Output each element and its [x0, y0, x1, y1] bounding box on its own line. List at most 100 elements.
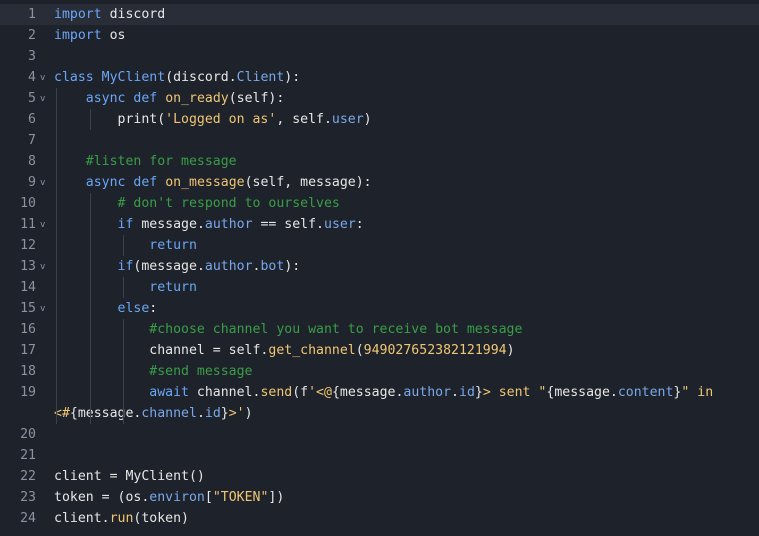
code-line[interactable]: 11 v if message.author == self.user:: [0, 214, 759, 235]
fold-chevron-icon[interactable]: v: [40, 173, 45, 194]
line-number: 23: [20, 490, 36, 505]
code-text: # don't respond to ourselves: [54, 193, 340, 214]
code-editor[interactable]: 1 import discord 2 import os 3 4 v class MyClie…: [0, 0, 759, 536]
line-number: 15: [20, 301, 36, 316]
code-line[interactable]: 4 v class MyClient(discord.Client):: [0, 67, 759, 88]
code-token: >': [228, 406, 245, 421]
code-token: (message.: [133, 259, 205, 274]
code-token: '<@: [308, 385, 332, 400]
code-text: return: [54, 277, 197, 298]
code-token: #send message: [149, 364, 253, 379]
code-line[interactable]: 9v async def on_message(self, message):: [0, 172, 759, 193]
code-line[interactable]: 19 await channel.send(f'<@{message.autho…: [0, 382, 759, 403]
fold-chevron-icon[interactable]: v: [40, 215, 45, 236]
code-line[interactable]: 21: [0, 445, 759, 466]
line-number: 10: [20, 196, 36, 211]
code-token: user: [324, 217, 356, 232]
code-text: return: [54, 235, 197, 256]
line-number: 21: [20, 448, 36, 463]
code-line[interactable]: <#{message.channel.id}>'): [0, 403, 759, 424]
code-token: send: [260, 385, 293, 400]
code-token: #listen for message: [85, 154, 237, 169]
code-text: client.run(token): [54, 508, 189, 529]
line-number: 12: [20, 238, 36, 253]
code-line[interactable]: 12 return: [0, 235, 759, 256]
code-token: MyClient: [101, 70, 166, 85]
code-token: {message.: [546, 385, 618, 400]
fold-chevron-icon[interactable]: v: [40, 89, 45, 110]
line-number: 11: [20, 217, 36, 232]
code-text: else:: [54, 298, 158, 319]
code-token: return: [149, 280, 197, 295]
code-text: async def on_message(self, message):: [54, 172, 372, 193]
code-token: author: [204, 259, 253, 274]
line-number: 9: [28, 175, 36, 190]
code-token: author: [204, 217, 253, 232]
code-token: author: [403, 385, 452, 400]
code-line[interactable]: 23 token = (os.environ["TOKEN"]): [0, 487, 759, 508]
code-line[interactable]: 7: [0, 130, 759, 151]
code-token: message.: [133, 217, 205, 232]
code-text: <#{message.channel.id}>'): [54, 403, 253, 424]
line-number: 4: [28, 70, 36, 85]
code-token: user: [331, 112, 364, 127]
code-line[interactable]: 15 v else:: [0, 298, 759, 319]
line-number: 19: [20, 385, 36, 400]
code-line[interactable]: 17 channel = self.get_channel(9490276523…: [0, 340, 759, 361]
code-line[interactable]: 5v async def on_ready(self):: [0, 88, 759, 109]
code-text: class MyClient(discord.Client):: [54, 67, 300, 88]
code-line[interactable]: 10 # don't respond to ourselves: [0, 193, 759, 214]
code-token: client.: [54, 511, 110, 526]
line-number: 22: [20, 469, 36, 484]
code-token: import: [54, 28, 102, 43]
code-line[interactable]: 6 print('Logged on as', self.user): [0, 109, 759, 130]
code-token: ]): [268, 490, 285, 505]
code-token: id: [459, 385, 475, 400]
code-token: (f: [292, 385, 309, 400]
code-text: client = MyClient(): [54, 466, 205, 487]
code-token: client = MyClient(): [54, 469, 205, 484]
line-number: 17: [20, 343, 36, 358]
line-number: 1: [28, 7, 36, 22]
code-line[interactable]: 2 import os: [0, 25, 759, 46]
code-token: ):: [284, 70, 301, 85]
code-line[interactable]: 8 #listen for message: [0, 151, 759, 172]
code-line[interactable]: 24 client.run(token): [0, 508, 759, 529]
code-text: #choose channel you want to receive bot …: [54, 319, 522, 340]
code-token: > sent ": [482, 385, 547, 400]
code-token: import: [54, 7, 102, 22]
code-line[interactable]: 1 import discord: [0, 4, 759, 25]
fold-chevron-icon[interactable]: v: [40, 299, 45, 320]
code-token: ):: [284, 259, 301, 274]
code-token: class: [54, 70, 94, 85]
code-line[interactable]: 22 client = MyClient(): [0, 466, 759, 487]
code-line[interactable]: 18 #send message: [0, 361, 759, 382]
code-text: print('Logged on as', self.user): [54, 109, 372, 130]
fold-chevron-icon[interactable]: v: [40, 257, 45, 278]
code-token: get_channel: [268, 343, 356, 358]
code-token: run: [109, 511, 134, 526]
code-line[interactable]: 20: [0, 424, 759, 445]
code-token: (self, message):: [244, 175, 372, 190]
indent-guide: [56, 88, 57, 424]
fold-chevron-icon[interactable]: v: [40, 68, 45, 89]
code-text: #listen for message: [54, 151, 237, 172]
code-token: 'Logged on as': [165, 112, 277, 127]
code-line[interactable]: 3: [0, 46, 759, 67]
code-token: await: [149, 385, 189, 400]
code-token: #choose channel you want to receive bot …: [149, 322, 523, 337]
code-text: await channel.send(f'<@{message.author.i…: [54, 382, 713, 403]
code-line[interactable]: 16 #choose channel you want to receive b…: [0, 319, 759, 340]
code-token: content: [617, 385, 674, 400]
code-text: import discord: [54, 4, 165, 25]
code-text: #send message: [54, 361, 253, 382]
code-token: token = (os.: [54, 490, 150, 505]
code-line[interactable]: 13 v if(message.author.bot):: [0, 256, 759, 277]
code-line[interactable]: 14 return: [0, 277, 759, 298]
code-token: Client: [236, 70, 285, 85]
line-number: 5: [28, 91, 36, 106]
